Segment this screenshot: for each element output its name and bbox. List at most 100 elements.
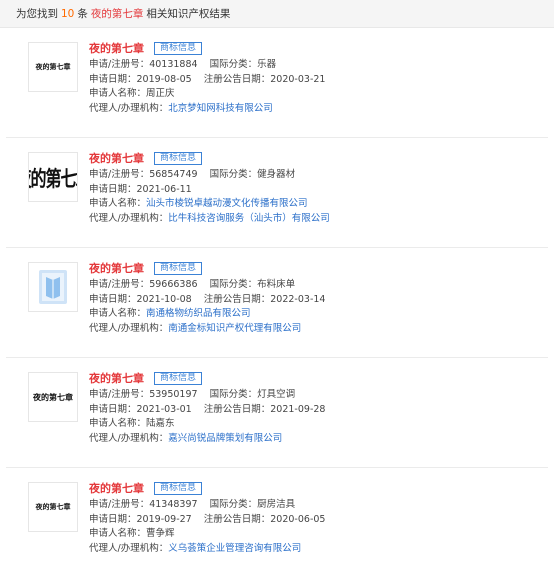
logo-text: 夜的第七章 <box>35 502 71 511</box>
reg-no-label: 申请/注册号： <box>89 169 150 180</box>
applicant-value: 周正庆 <box>146 88 175 99</box>
category-label: 国际分类： <box>209 279 258 290</box>
trademark-name[interactable]: 夜的第七章 <box>89 40 144 56</box>
announce-date-value: 2020-06-05 <box>270 513 326 525</box>
apply-date-label: 申请日期： <box>89 513 137 525</box>
category-value: 健身器材 <box>257 169 296 180</box>
title-row: 夜的第七章 商标信息 <box>89 150 540 166</box>
agent-label: 代理人/办理机构： <box>89 212 169 224</box>
reg-no-label: 申请/注册号： <box>89 499 150 510</box>
trademark-info-tag[interactable]: 商标信息 <box>154 151 203 165</box>
trademark-logo[interactable]: 夜的第七章 <box>28 42 78 92</box>
trademark-info-tag[interactable]: 商标信息 <box>154 261 203 275</box>
trademark-logo[interactable] <box>28 262 78 312</box>
category-value: 布料床单 <box>257 279 296 290</box>
trademark-info-tag[interactable]: 商标信息 <box>154 481 203 495</box>
agent-row: 代理人/办理机构：义乌荟策企业管理咨询有限公司 <box>89 542 540 557</box>
apply-date-value: 2019-08-05 <box>136 73 192 85</box>
logo-text: 夜的第七章 <box>33 391 73 402</box>
category-label: 国际分类： <box>209 389 258 400</box>
reg-no-value: 56854749 <box>149 169 198 180</box>
title-row: 夜的第七章 商标信息 <box>89 260 540 276</box>
announce-date-label: 注册公告日期： <box>203 403 271 415</box>
agent-label: 代理人/办理机构： <box>89 322 169 334</box>
reg-no-value: 53950197 <box>149 389 198 400</box>
reg-no-label: 申请/注册号： <box>89 59 150 70</box>
applicant-row: 申请人名称：周正庆 <box>89 87 540 102</box>
trademark-name[interactable]: 夜的第七章 <box>89 480 144 496</box>
title-row: 夜的第七章 商标信息 <box>89 480 540 496</box>
logo-text: 夜的第七章 <box>35 62 71 71</box>
agent-label: 代理人/办理机构： <box>89 542 169 554</box>
search-keyword: 夜的第七章 <box>90 8 144 20</box>
title-row: 夜的第七章 商标信息 <box>89 370 540 386</box>
logo-text: 夜的第七章 <box>29 166 77 192</box>
apply-date-value: 2021-06-11 <box>136 183 192 195</box>
registration-row: 申请/注册号：53950197 国际分类：灯具空调 <box>89 388 540 403</box>
applicant-label: 申请人名称： <box>89 308 147 319</box>
agent-link[interactable]: 比牛科技咨询服务（汕头市）有限公司 <box>168 213 330 224</box>
applicant-row: 申请人名称：陆嘉东 <box>89 417 540 432</box>
reg-no-value: 40131884 <box>149 59 198 70</box>
agent-label: 代理人/办理机构： <box>89 102 169 114</box>
category-value: 厨房洁具 <box>257 499 296 510</box>
applicant-label: 申请人名称： <box>89 198 147 209</box>
announce-date-label: 注册公告日期： <box>203 293 271 305</box>
announce-date-label: 注册公告日期： <box>203 513 271 525</box>
trademark-info-tag[interactable]: 商标信息 <box>154 41 203 55</box>
trademark-info-tag[interactable]: 商标信息 <box>154 371 203 385</box>
result-item: 夜的第七章 夜的第七章 商标信息 申请/注册号：41348397 国际分类：厨房洁具 申请… <box>6 468 548 569</box>
agent-link[interactable]: 北京梦知网科技有限公司 <box>168 103 273 114</box>
summary-unit: 条 <box>77 8 88 20</box>
category-value: 乐器 <box>257 59 277 70</box>
trademark-logo[interactable]: 夜的第七章 <box>28 152 78 202</box>
apply-date-label: 申请日期： <box>89 73 137 85</box>
agent-row: 代理人/办理机构：比牛科技咨询服务（汕头市）有限公司 <box>89 212 540 227</box>
trademark-name[interactable]: 夜的第七章 <box>89 260 144 276</box>
registration-row: 申请/注册号：41348397 国际分类：厨房洁具 <box>89 498 540 513</box>
date-row: 申请日期：2019-09-27 注册公告日期：2020-06-05 <box>89 513 540 528</box>
summary-suffix: 相关知识产权结果 <box>146 8 231 20</box>
category-label: 国际分类： <box>209 59 258 70</box>
agent-label: 代理人/办理机构： <box>89 432 169 444</box>
trademark-name[interactable]: 夜的第七章 <box>89 150 144 166</box>
apply-date-label: 申请日期： <box>89 293 137 305</box>
trademark-name[interactable]: 夜的第七章 <box>89 370 144 386</box>
reg-no-value: 41348397 <box>149 499 198 510</box>
registration-row: 申请/注册号：40131884 国际分类：乐器 <box>89 58 540 73</box>
applicant-value[interactable]: 汕头市棱锐卓越动漫文化传播有限公司 <box>146 198 308 209</box>
date-row: 申请日期：2021-10-08 注册公告日期：2022-03-14 <box>89 293 540 308</box>
registration-row: 申请/注册号：59666386 国际分类：布料床单 <box>89 278 540 293</box>
result-info: 夜的第七章 商标信息 申请/注册号：56854749 国际分类：健身器材 申请日期：20… <box>89 150 540 226</box>
trademark-logo[interactable]: 夜的第七章 <box>28 372 78 422</box>
agent-link[interactable]: 义乌荟策企业管理咨询有限公司 <box>168 543 301 554</box>
applicant-value[interactable]: 南通格物纺织品有限公司 <box>146 308 251 319</box>
result-count: 10 <box>61 8 75 20</box>
result-item: 夜的第七章 夜的第七章 商标信息 申请/注册号：53950197 国际分类：灯具空调 申请… <box>6 358 548 468</box>
agent-row: 代理人/办理机构：北京梦知网科技有限公司 <box>89 102 540 117</box>
summary-prefix: 为您找到 <box>16 8 58 20</box>
result-item: 夜的第七章夜的第七章商标信息申请/注册号：56854749国际分类：健身器材申请… <box>6 138 548 248</box>
date-row: 申请日期：2021-03-01 注册公告日期：2021-09-28 <box>89 403 540 418</box>
result-info: 夜的第七章 商标信息 申请/注册号：53950197 国际分类：灯具空调 申请日期：20… <box>89 370 540 446</box>
agent-link[interactable]: 嘉兴尚锐品牌策划有限公司 <box>168 433 282 444</box>
agent-link[interactable]: 南通金标知识产权代理有限公司 <box>168 323 301 334</box>
result-info: 夜的第七章 商标信息 申请/注册号：41348397 国际分类：厨房洁具 申请日期：20… <box>89 480 540 556</box>
reg-no-label: 申请/注册号： <box>89 279 150 290</box>
applicant-label: 申请人名称： <box>89 88 147 99</box>
announce-date-value: 2022-03-14 <box>270 293 326 305</box>
results-summary: 为您找到 10 条夜的第七章 相关知识产权结果 <box>0 0 554 28</box>
result-item: 夜的第七章 夜的第七章 商标信息 申请/注册号：40131884 国际分类：乐器 申请日期… <box>6 28 548 138</box>
date-row: 申请日期：2019-08-05 注册公告日期：2020-03-21 <box>89 73 540 88</box>
trademark-logo[interactable]: 夜的第七章 <box>28 482 78 532</box>
category-label: 国际分类： <box>209 499 258 510</box>
date-row: 申请日期：2021-06-11 <box>89 183 540 198</box>
applicant-value: 曹争辉 <box>146 528 175 539</box>
applicant-row: 申请人名称：曹争辉 <box>89 527 540 542</box>
category-label: 国际分类： <box>209 169 258 180</box>
agent-row: 代理人/办理机构：嘉兴尚锐品牌策划有限公司 <box>89 432 540 447</box>
result-info: 夜的第七章 商标信息 申请/注册号：59666386 国际分类：布料床单 申请日期：20… <box>89 260 540 336</box>
result-item: 夜的第七章 商标信息 申请/注册号：59666386 国际分类：布料床单 申请日期：20… <box>6 248 548 358</box>
applicant-row: 申请人名称：南通格物纺织品有限公司 <box>89 307 540 322</box>
apply-date-value: 2021-03-01 <box>136 403 192 415</box>
